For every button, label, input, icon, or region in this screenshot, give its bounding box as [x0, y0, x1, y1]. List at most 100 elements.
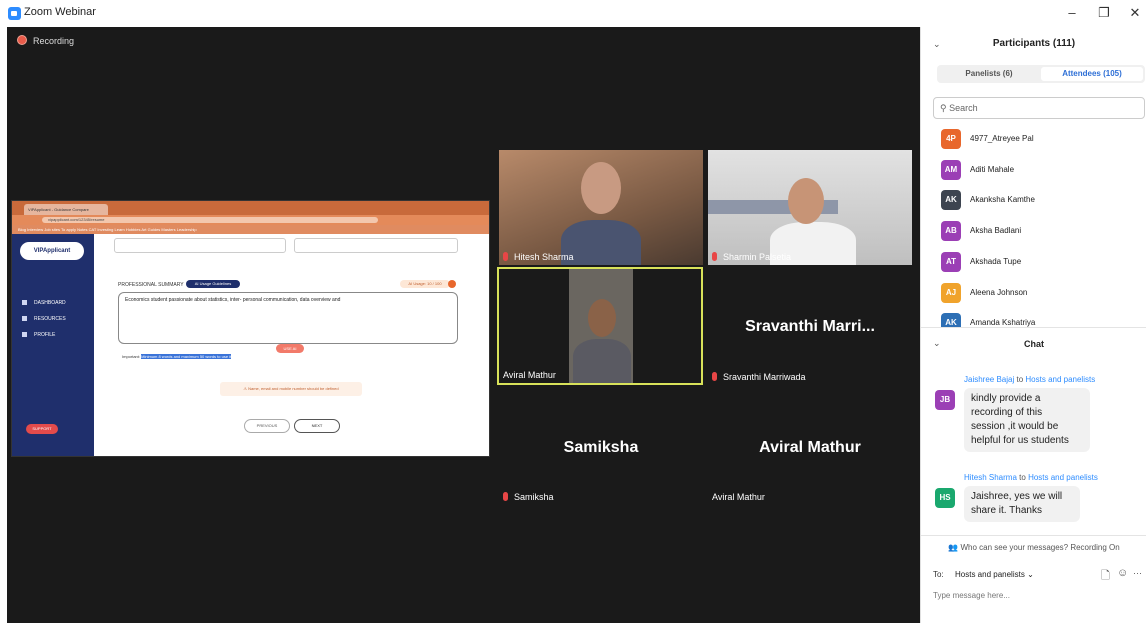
important-text: Minimum 8 words and maximum 50 words to …: [141, 354, 232, 359]
participant-video: [581, 162, 621, 214]
chat-line: session ,it would be: [971, 421, 1059, 432]
avatar: JB: [935, 390, 955, 410]
emoji-icon[interactable]: ☺: [1117, 567, 1128, 579]
participant-name: Aleena Johnson: [970, 288, 1028, 297]
record-icon: [17, 35, 27, 45]
app-sidebar: VIPApplicant DASHBOARD RESOURCES PROFILE…: [12, 234, 94, 456]
search-icon: ⚲: [940, 103, 947, 113]
video-tile[interactable]: Sravanthi Marri... Sravanthi Marriwada: [708, 270, 912, 385]
sender-name: Hitesh Sharma: [964, 473, 1017, 482]
form-field: [114, 238, 286, 253]
avatar: 4P: [941, 129, 961, 149]
next-button: NEXT: [294, 419, 340, 433]
avatar: AT: [941, 252, 961, 272]
who-can-see-text: Who can see your messages? Recording On: [960, 543, 1120, 552]
file-icon[interactable]: 🗋: [1101, 567, 1110, 586]
video-tile[interactable]: Sharmin Palsetia: [708, 150, 912, 265]
avatar: AM: [941, 160, 961, 180]
info-icon: [448, 280, 456, 288]
browser-address-bar: vipapplicant.com/12345/resume: [12, 215, 489, 225]
participant-name: 4977_Atreyee Pal: [970, 134, 1034, 143]
video-area: Recording VIPApplicant - Guidance Compar…: [7, 27, 920, 623]
tile-name-label: Sharmin Palsetia: [723, 252, 792, 262]
browser-url: vipapplicant.com/12345/resume: [42, 217, 378, 223]
avatar: AB: [941, 221, 961, 241]
tile-name: Hitesh Sharma: [503, 252, 574, 262]
warning-banner: ⚠ Name, email and mobile number should b…: [220, 382, 362, 396]
chat-recipient-select[interactable]: Hosts and panelists ⌄: [949, 567, 1047, 582]
participant-name: Akshada Tupe: [970, 257, 1022, 266]
muted-mic-icon: [712, 372, 717, 381]
warning-text: Name, email and mobile number should be …: [248, 386, 339, 391]
chat-line: recording of this: [971, 407, 1043, 418]
shared-screen[interactable]: VIPApplicant - Guidance Compare vipappli…: [11, 200, 490, 457]
vipapplicant-logo: VIPApplicant: [20, 242, 84, 260]
title-bar: Zoom Webinar – ❐ ✕: [0, 0, 1146, 26]
participant-search-input[interactable]: ⚲ Search: [933, 97, 1145, 119]
recipient: Hosts and panelists: [1025, 375, 1096, 384]
video-tile[interactable]: Aviral Mathur Aviral Mathur: [708, 390, 912, 505]
maximize-button[interactable]: ❐: [1091, 4, 1117, 22]
support-button: SUPPORT: [26, 424, 58, 434]
sidebar-item-profile: PROFILE: [22, 332, 55, 338]
chat-line: Jaishree, yes we will: [971, 491, 1063, 502]
important-note: Important: Minimum 8 words and maximum 5…: [122, 354, 232, 359]
ai-usage-text: AI Usage: 10 / 100: [408, 281, 442, 286]
participant-list: 4P 4977_Atreyee Pal AM Aditi Mahale AK Akan…: [921, 127, 1146, 327]
sidebar-item-resources: RESOURCES: [22, 316, 66, 322]
tile-display-name: Samiksha: [563, 439, 639, 456]
muted-mic-icon: [503, 492, 508, 501]
chat-message-input[interactable]: Type message here...: [933, 591, 1010, 600]
summary-textarea: Economics student passionate about stati…: [118, 292, 458, 344]
video-tile[interactable]: Hitesh Sharma: [499, 150, 703, 265]
browser-tab-bar: VIPApplicant - Guidance Compare: [12, 201, 489, 215]
participant-video: [788, 178, 824, 224]
more-options-icon[interactable]: ···: [1133, 568, 1142, 578]
tile-name-label: Hitesh Sharma: [514, 252, 574, 262]
chat-bubble: Jaishree, yes we will share it. Thanks: [964, 486, 1080, 522]
recording-label: Recording: [33, 36, 75, 46]
close-button[interactable]: ✕: [1122, 4, 1146, 22]
tile-name: Sharmin Palsetia: [712, 252, 791, 262]
sidebar-item-dashboard: DASHBOARD: [22, 300, 66, 306]
form-field: [294, 238, 458, 253]
participant-name: Akanksha Kamthe: [970, 195, 1035, 204]
resources-icon: [22, 316, 27, 321]
divider: [921, 327, 1146, 328]
tab-attendees[interactable]: Attendees (105): [1041, 67, 1143, 81]
window-title: Zoom Webinar: [24, 6, 96, 18]
ai-guidelines-badge: AI Usage Guidelines: [186, 280, 240, 288]
participants-header: Participants (111): [992, 38, 1076, 49]
sidebar-label: RESOURCES: [34, 316, 66, 322]
chat-header: Chat: [1024, 339, 1044, 349]
avatar: AK: [941, 313, 961, 327]
to-label: To:: [933, 570, 944, 579]
search-placeholder: Search: [949, 103, 978, 113]
profile-icon: [22, 332, 27, 337]
minimize-button[interactable]: –: [1059, 4, 1085, 22]
participant-name: Aditi Mahale: [970, 165, 1015, 174]
chat-message-header: Hitesh Sharma to Hosts and panelists: [964, 473, 1098, 482]
participant-name: Aksha Badlani: [970, 226, 1022, 235]
tile-name: Aviral Mathur: [503, 370, 556, 380]
section-label: PROFESSIONAL SUMMARY: [118, 282, 184, 288]
tile-display-name: Aviral Mathur: [759, 439, 861, 456]
tab-panelists[interactable]: Panelists (6): [939, 67, 1039, 81]
recording-indicator[interactable]: Recording: [17, 35, 74, 46]
browser-bookmarks: Blog Interview Job sites To apply Notes …: [12, 225, 489, 234]
sidebar-label: DASHBOARD: [34, 300, 66, 306]
who-can-see-messages-link[interactable]: 👥 Who can see your messages? Recording O…: [921, 543, 1146, 552]
app-main: PROFESSIONAL SUMMARY AI Usage Guidelines…: [94, 234, 489, 456]
recipient: Hosts and panelists: [1028, 473, 1098, 482]
sidebar-label: PROFILE: [34, 332, 56, 338]
previous-button: PREVIOUS: [244, 419, 290, 433]
chat-line: helpful for us students: [971, 435, 1069, 446]
recipient-value: Hosts and panelists: [955, 570, 1025, 579]
video-tile-active-speaker[interactable]: Aviral Mathur: [497, 267, 703, 385]
video-tile[interactable]: Samiksha Samiksha: [499, 390, 703, 505]
tile-name-label: Sravanthi Marriwada: [723, 372, 806, 382]
to-word: to: [1016, 375, 1024, 384]
tile-name: Aviral Mathur: [712, 492, 765, 502]
avatar: AK: [941, 190, 961, 210]
zoom-app-icon: [8, 7, 21, 20]
